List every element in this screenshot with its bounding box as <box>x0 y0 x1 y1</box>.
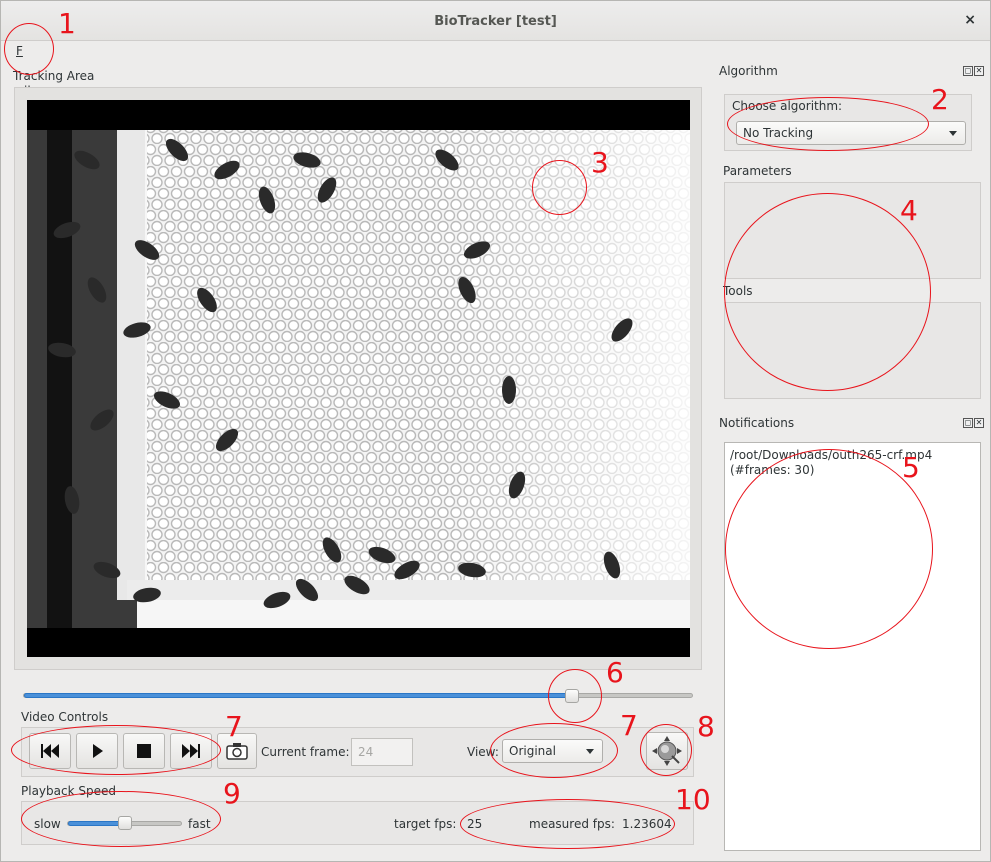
float-icon[interactable]: ◻ <box>963 418 973 428</box>
speed-slow-label: slow <box>34 817 61 831</box>
tracking-area-label: Tracking Area <box>13 69 95 83</box>
timeline-handle[interactable] <box>565 689 580 703</box>
annotation-number-2: 2 <box>931 83 949 116</box>
view-select-value: Original <box>509 744 556 758</box>
speed-progress <box>68 821 126 826</box>
playback-speed-label: Playback Speed <box>21 784 116 798</box>
crosshair-target-icon <box>652 736 682 766</box>
notifications-dock-buttons: ◻ ✕ <box>963 418 984 428</box>
target-fps-label: target fps: <box>394 817 457 831</box>
speed-handle[interactable] <box>117 816 132 830</box>
camera-icon <box>226 743 248 760</box>
chevron-down-icon <box>949 131 957 136</box>
choose-algorithm-label: Choose algorithm: <box>732 99 843 113</box>
stop-button[interactable] <box>123 733 165 769</box>
video-controls-label: Video Controls <box>21 710 109 724</box>
annotation-number-7b: 7 <box>620 709 638 742</box>
notifications-log[interactable]: /root/Downloads/outh265-crf.mp4 (#frames… <box>724 442 981 851</box>
app-window: BioTracker [test] × F ile Tracking Area <box>0 0 991 862</box>
view-select[interactable]: Original <box>502 739 603 763</box>
annotation-number-6: 6 <box>606 656 624 689</box>
annotation-number-5: 5 <box>902 451 920 484</box>
target-fps-value: 25 <box>467 817 483 831</box>
tools-label: Tools <box>723 284 753 298</box>
play-icon <box>93 744 103 758</box>
annotation-number-8: 8 <box>697 710 715 743</box>
stop-icon <box>137 744 151 758</box>
play-button[interactable] <box>76 733 118 769</box>
annotation-number-4: 4 <box>900 194 918 227</box>
chevron-down-icon <box>586 749 594 754</box>
video-frame-image <box>27 100 690 657</box>
annotation-number-7a: 7 <box>225 710 243 743</box>
timeline-progress <box>24 693 574 698</box>
window-title: BioTracker [test] <box>434 14 557 29</box>
parameters-panel <box>724 182 981 279</box>
measured-fps-value: 1.23604 <box>622 817 672 831</box>
close-icon[interactable]: ✕ <box>974 418 984 428</box>
notifications-dock-title: Notifications <box>719 416 795 430</box>
title-bar: BioTracker [test] × <box>1 1 990 41</box>
close-icon[interactable]: ✕ <box>974 66 984 76</box>
annotation-number-10: 10 <box>675 783 711 816</box>
annotation-number-3: 3 <box>591 146 609 179</box>
tracking-tool-button[interactable] <box>646 732 688 770</box>
algorithm-dock-buttons: ◻ ✕ <box>963 66 984 76</box>
current-frame-label: Current frame: <box>261 745 350 759</box>
view-label: View: <box>467 745 499 759</box>
current-frame-field[interactable]: 24 <box>351 738 413 766</box>
algorithm-select[interactable]: No Tracking <box>736 121 966 145</box>
skip-back-icon <box>41 744 59 758</box>
algorithm-dock-title: Algorithm <box>719 64 778 78</box>
algorithm-select-value: No Tracking <box>743 126 814 140</box>
float-icon[interactable]: ◻ <box>963 66 973 76</box>
timeline-slider[interactable] <box>23 693 693 698</box>
speed-fast-label: fast <box>188 817 211 831</box>
skip-forward-icon <box>182 744 200 758</box>
menu-bar: F ile <box>1 41 990 98</box>
close-icon[interactable]: × <box>964 12 976 28</box>
annotation-number-1: 1 <box>58 7 76 40</box>
video-view[interactable] <box>27 100 690 657</box>
annotation-number-9: 9 <box>223 777 241 810</box>
menu-file-mnemonic: F <box>16 44 23 58</box>
skip-to-start-button[interactable] <box>29 733 71 769</box>
menu-file[interactable]: F <box>16 44 23 58</box>
skip-to-end-button[interactable] <box>170 733 212 769</box>
tools-panel <box>724 302 981 399</box>
parameters-label: Parameters <box>723 164 792 178</box>
measured-fps-label: measured fps: <box>529 817 615 831</box>
